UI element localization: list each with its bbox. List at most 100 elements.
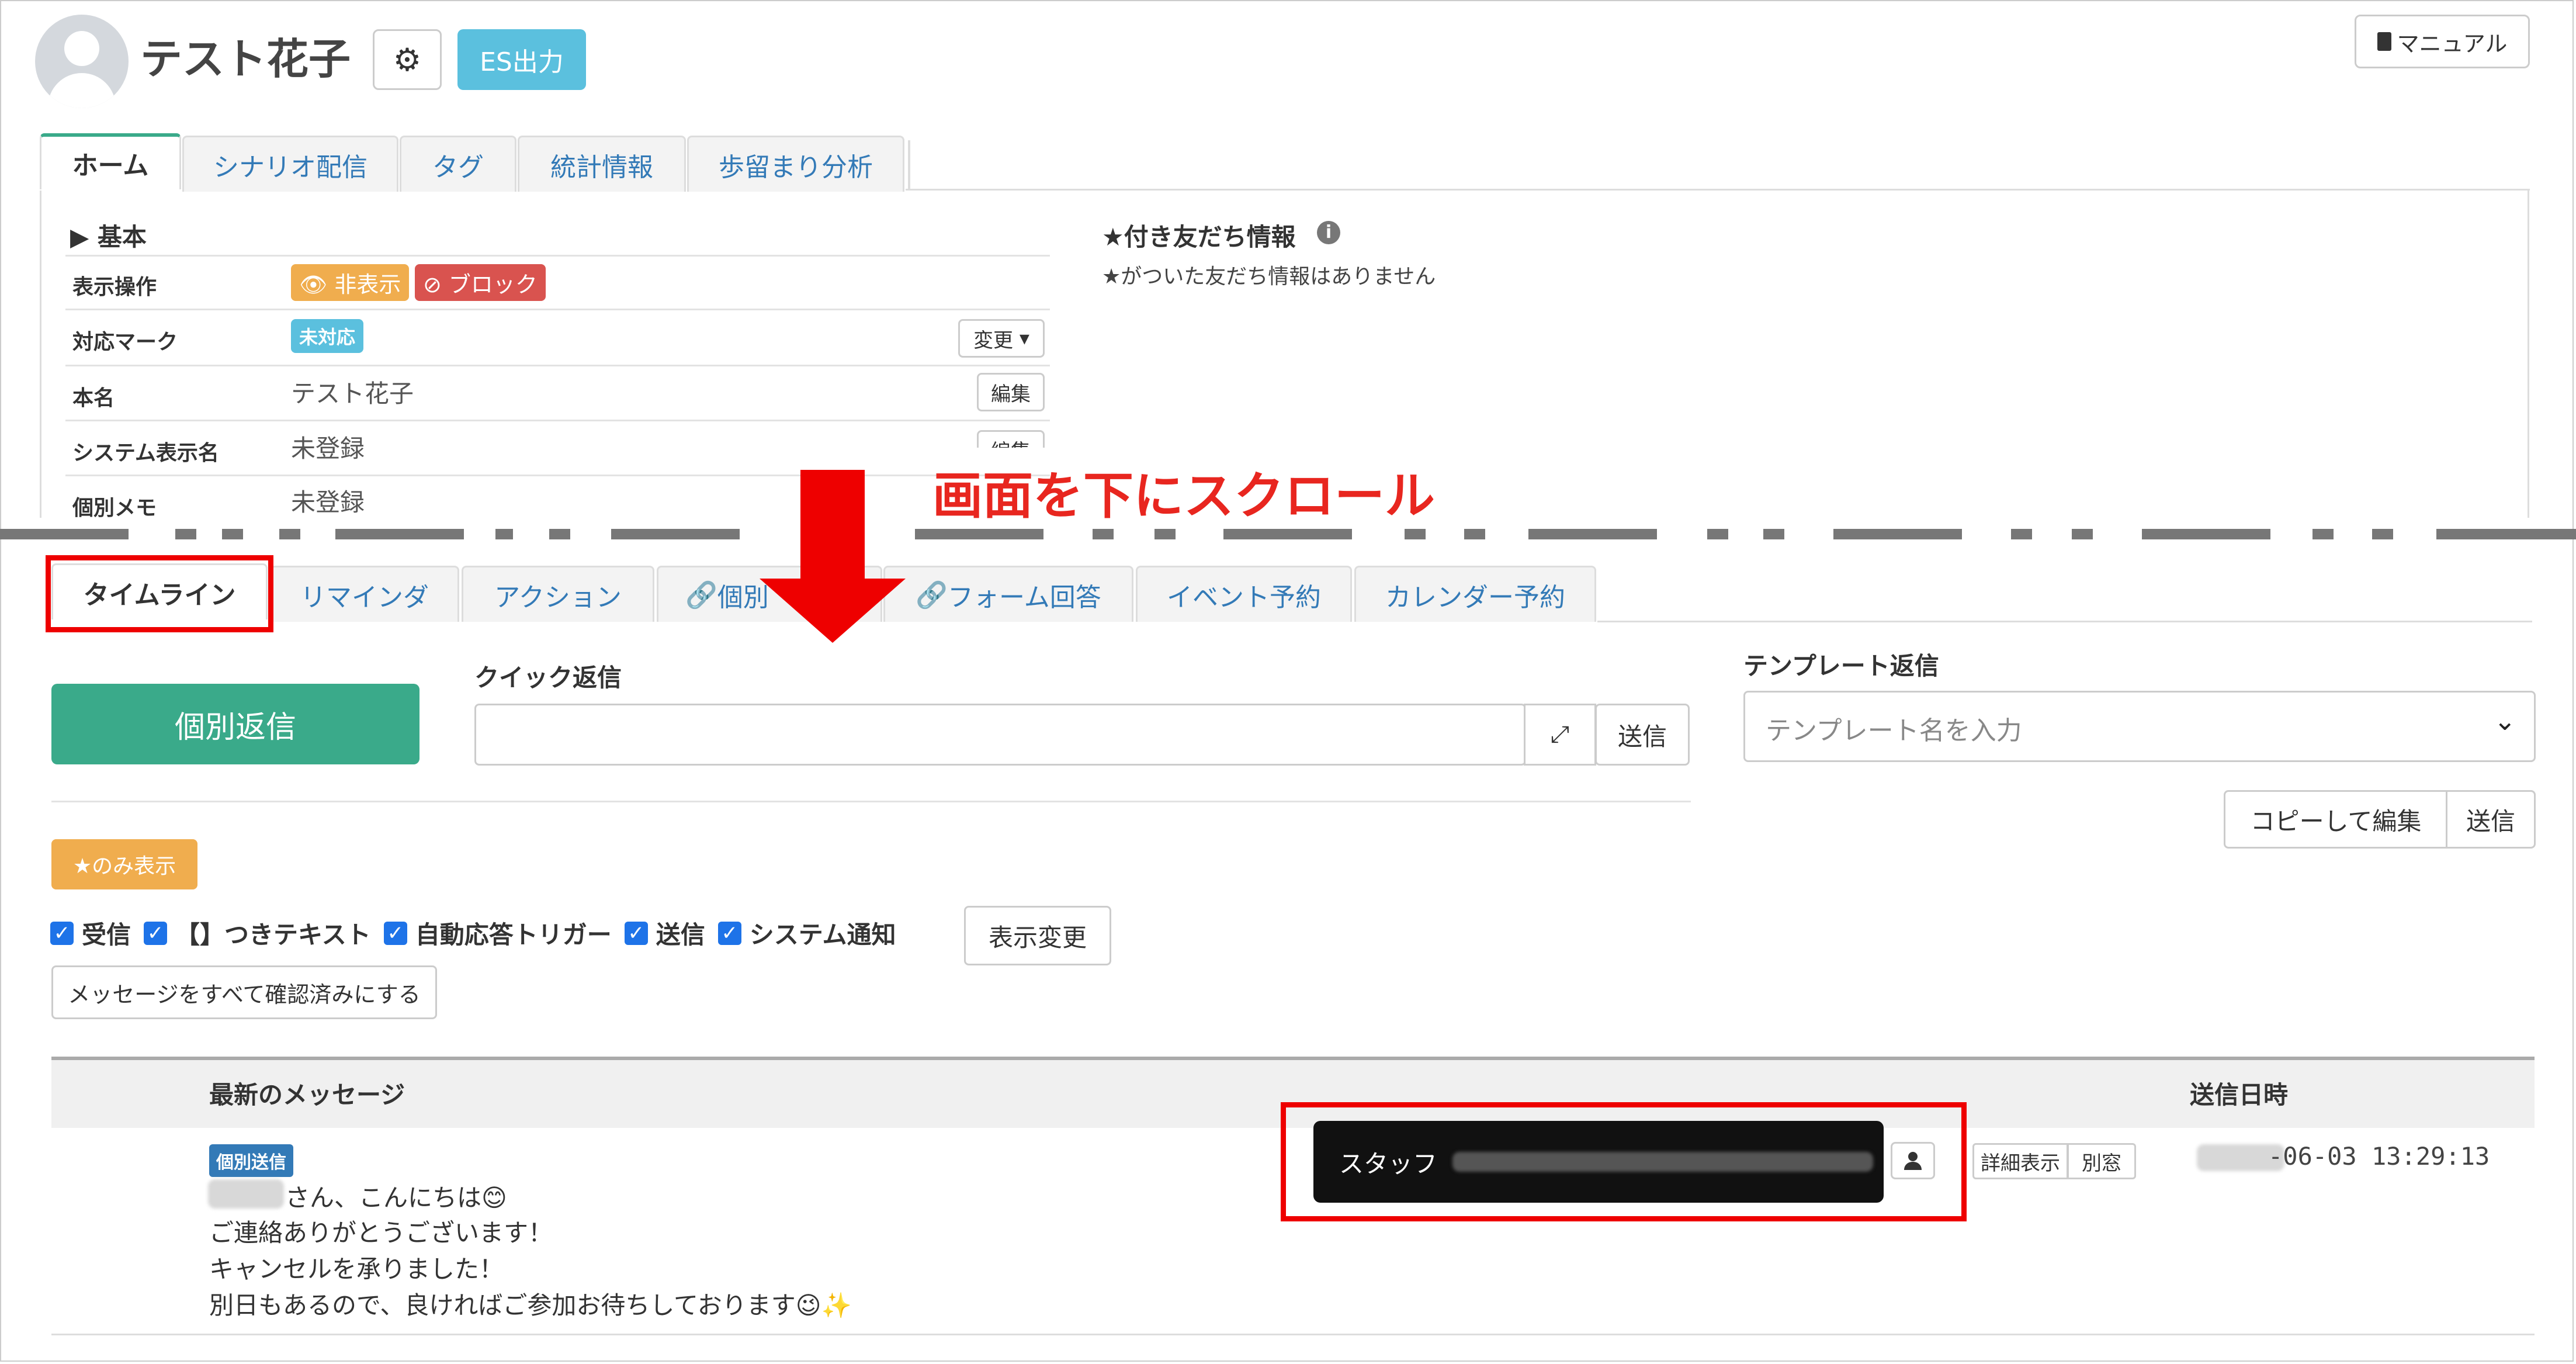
block-button[interactable]: ⊘ ブロック <box>415 264 546 301</box>
apply-filter-button[interactable]: 表示変更 <box>964 906 1111 965</box>
filter-label: 【】つきテキスト <box>175 920 371 949</box>
tab-scenario[interactable]: シナリオ配信 <box>182 136 398 192</box>
col-sent-at: 送信日時 <box>2190 1081 2289 1109</box>
star-only-button[interactable]: ★のみ表示 <box>51 839 197 889</box>
change-label: 変更 <box>973 328 1014 352</box>
response-mark-label: 対応マーク <box>72 330 178 354</box>
manual-button[interactable]: マニュアル <box>2355 15 2530 68</box>
change-mark-button[interactable]: 変更 ▾ <box>958 319 1045 358</box>
tab-tags[interactable]: タグ <box>400 136 516 192</box>
edit-real-name-button[interactable]: 編集 <box>977 373 1045 411</box>
scroll-divider <box>175 529 196 539</box>
filter-sent[interactable]: ✓ 送信 <box>624 915 705 951</box>
link-icon: 🔗 <box>685 580 717 610</box>
tab-action[interactable]: アクション <box>462 566 654 622</box>
message-line: キャンセルを承りました！ <box>209 1255 504 1283</box>
caret-down-icon: ▾ <box>1013 327 1029 350</box>
copy-edit-button[interactable]: コピーして編集 <box>2224 790 2448 849</box>
tab-separator <box>908 140 910 191</box>
scroll-divider <box>1154 529 1176 539</box>
tab-underline <box>906 189 2530 191</box>
filter-bracket-text[interactable]: ✓ 【】つきテキスト <box>144 915 371 951</box>
scroll-divider <box>2312 529 2334 539</box>
scroll-divider <box>2372 529 2393 539</box>
quick-reply-input[interactable] <box>474 704 1526 766</box>
book-icon <box>2377 32 2391 51</box>
tab-form-answers[interactable]: 🔗 フォーム回答 <box>883 566 1133 622</box>
scroll-divider <box>2072 529 2093 539</box>
reply-divider <box>51 801 1691 802</box>
scroll-divider <box>2436 529 2576 539</box>
tab-yield-analysis[interactable]: 歩留まり分析 <box>687 136 904 192</box>
tab-form-label: フォーム回答 <box>948 582 1101 612</box>
scroll-divider <box>2142 529 2270 539</box>
message-line: 別日もあるので、良ければご参加お待ちしております😉✨ <box>209 1291 852 1320</box>
send-type-badge: 個別送信 <box>209 1144 293 1177</box>
down-arrow-icon <box>800 470 865 581</box>
filter-system[interactable]: ✓ システム通知 <box>717 915 896 951</box>
scroll-divider <box>549 529 570 539</box>
filter-label: 受信 <box>82 920 131 949</box>
scroll-divider <box>1528 529 1657 539</box>
checkbox-checked-icon: ✓ <box>383 921 407 945</box>
filter-auto-trigger[interactable]: ✓ 自動応答トリガー <box>383 915 612 951</box>
template-reply-label: テンプレート返信 <box>1743 652 1939 680</box>
scroll-divider <box>1093 529 1114 539</box>
scroll-divider <box>1464 529 1485 539</box>
chevron-down-icon: ⌄ <box>2494 705 2516 736</box>
row-divider <box>65 365 1050 366</box>
filter-received[interactable]: ✓ 受信 <box>50 915 131 951</box>
staff-highlight <box>1281 1102 1967 1221</box>
starred-title: ★付き友だち情報 <box>1102 223 1296 251</box>
manual-label: マニュアル <box>2397 30 2508 57</box>
settings-button[interactable]: ⚙ <box>373 29 442 90</box>
tab-home[interactable]: ホーム <box>40 133 181 189</box>
panel-right-border <box>2528 191 2529 518</box>
filter-checkboxes: ✓ 受信 ✓ 【】つきテキスト ✓ 自動応答トリガー ✓ 送信 ✓ システム通知 <box>50 915 896 951</box>
scroll-divider <box>1707 529 1728 539</box>
timeline-tab-highlight <box>46 555 273 632</box>
tab-underline <box>1597 621 2532 622</box>
starred-empty-text: ★がついた友だち情報はありません <box>1102 265 1436 289</box>
expand-button[interactable]: ⤢ <box>1524 704 1596 766</box>
scroll-divider <box>0 529 129 539</box>
quick-reply-label: クイック返信 <box>474 663 622 692</box>
memo-label: 個別メモ <box>72 496 157 520</box>
filter-label: 送信 <box>656 920 705 949</box>
mark-all-read-button[interactable]: メッセージをすべて確認済みにする <box>51 965 437 1019</box>
avatar <box>35 15 129 108</box>
scroll-divider <box>2011 529 2032 539</box>
scroll-divider <box>279 529 300 539</box>
hide-button[interactable]: 👁 非表示 <box>291 264 410 301</box>
checkbox-checked-icon: ✓ <box>144 921 168 945</box>
tab-event-booking[interactable]: イベント予約 <box>1136 566 1352 622</box>
status-badge: 未対応 <box>291 319 364 353</box>
detail-button[interactable]: 詳細表示 <box>1972 1143 2068 1179</box>
memo-value: 未登録 <box>291 488 365 517</box>
display-ops-label: 表示操作 <box>72 275 157 299</box>
edit-system-name-button[interactable]: 編集 <box>977 430 1045 448</box>
message-line: さん、こんにちは😊 <box>285 1183 507 1212</box>
new-window-button[interactable]: 別窓 <box>2067 1143 2136 1179</box>
filter-label: 自動応答トリガー <box>415 920 612 949</box>
individual-reply-button[interactable]: 個別返信 <box>51 684 419 764</box>
tab-reminder[interactable]: リマインダ <box>270 566 459 622</box>
info-icon[interactable]: i <box>1317 221 1340 244</box>
gear-icon: ⚙ <box>393 41 422 78</box>
row-divider <box>65 255 1050 257</box>
scroll-divider <box>1405 529 1426 539</box>
scroll-divider <box>1833 529 1962 539</box>
tab-stats[interactable]: 統計情報 <box>518 136 686 192</box>
template-send-button[interactable]: 送信 <box>2446 790 2536 849</box>
col-latest-message: 最新のメッセージ <box>209 1081 405 1109</box>
table-bottom-border <box>51 1334 2535 1335</box>
template-placeholder: テンプレート名を入力 <box>1766 716 2022 746</box>
scroll-divider <box>1223 529 1352 539</box>
quick-send-button[interactable]: 送信 <box>1595 704 1690 766</box>
checkbox-checked-icon: ✓ <box>50 921 74 945</box>
es-export-button[interactable]: ES出力 <box>457 29 586 90</box>
row-divider <box>65 475 1050 476</box>
scroll-instruction: 画面を下にスクロール <box>932 467 1435 525</box>
tab-calendar-booking[interactable]: カレンダー予約 <box>1354 566 1596 622</box>
row-divider <box>65 309 1050 310</box>
